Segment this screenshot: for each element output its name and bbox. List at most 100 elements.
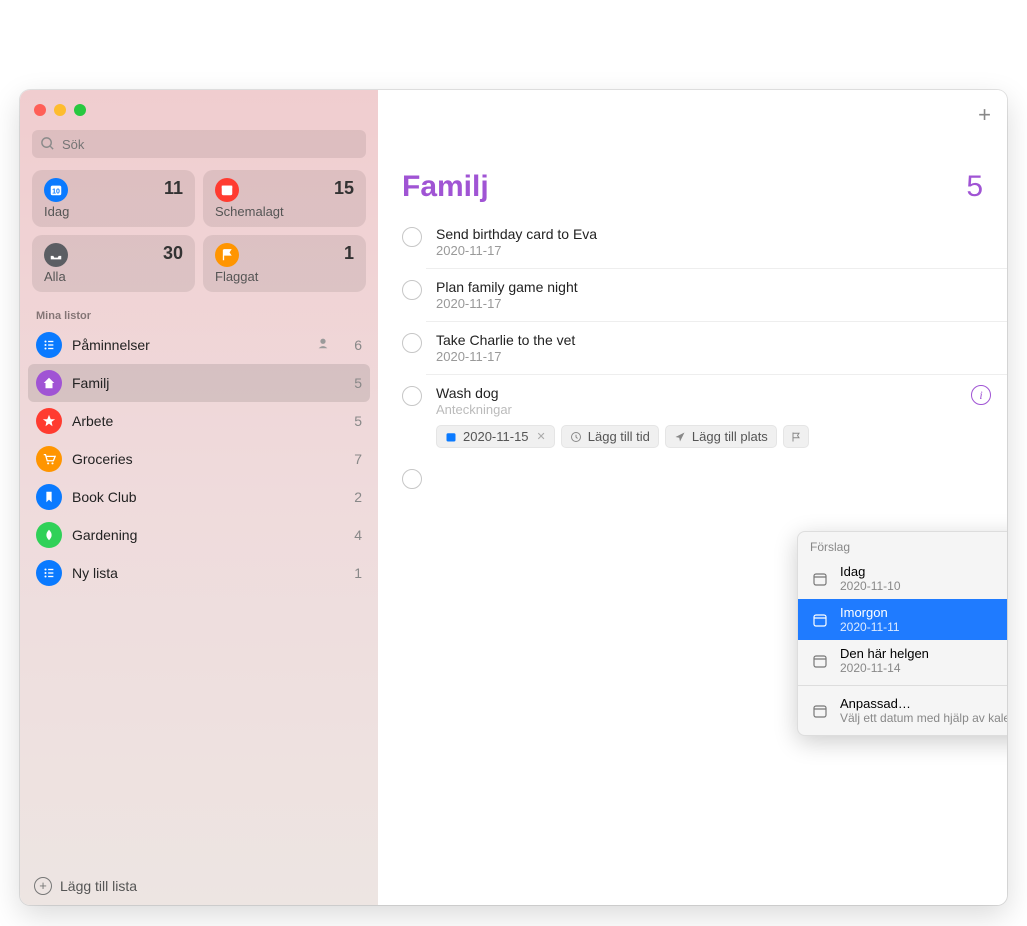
smart-list-scheduled[interactable]: 15 Schemalagt <box>203 170 366 227</box>
add-reminder-button[interactable]: + <box>978 102 991 128</box>
sidebar: 10 11 Idag 15 Schemalagt <box>20 90 378 905</box>
list-item-gardening[interactable]: Gardening 4 <box>28 516 370 554</box>
calendar-icon <box>810 569 830 589</box>
complete-toggle[interactable] <box>402 469 422 489</box>
list-item-familj[interactable]: Familj 5 <box>28 364 370 402</box>
suggestion-tomorrow[interactable]: Imorgon2020-11-11 <box>798 599 1007 640</box>
reminder-title: Plan family game night <box>436 279 991 295</box>
calendar-icon <box>810 610 830 630</box>
list-name: Arbete <box>72 413 334 429</box>
reminder-title: Wash dog <box>436 385 957 401</box>
complete-toggle[interactable] <box>402 227 422 247</box>
list-name: Book Club <box>72 489 334 505</box>
bookmark-icon <box>36 484 62 510</box>
smart-count: 1 <box>344 243 354 264</box>
list-count: 1 <box>344 565 362 581</box>
list-name: Påminnelser <box>72 337 306 353</box>
list-item-paminnelser[interactable]: Påminnelser 6 <box>28 326 370 364</box>
smart-lists-grid: 10 11 Idag 15 Schemalagt <box>20 170 378 302</box>
reminder-title: Take Charlie to the vet <box>436 332 991 348</box>
list-count: 4 <box>344 527 362 543</box>
flag-icon <box>790 431 802 443</box>
suggestion-title: Imorgon <box>840 605 900 620</box>
suggestion-custom[interactable]: Anpassad…Välj ett datum med hjälp av kal… <box>798 690 1007 735</box>
list-name: Ny lista <box>72 565 334 581</box>
plus-circle-icon: + <box>34 877 52 895</box>
smart-label: Schemalagt <box>215 204 354 219</box>
calendar-icon <box>215 178 239 202</box>
divider <box>798 685 1007 686</box>
date-chip[interactable]: 2020-11-15 ✕ <box>436 425 555 448</box>
tray-icon <box>44 243 68 267</box>
add-location-label: Lägg till plats <box>692 429 768 444</box>
custom-sub: Välj ett datum med hjälp av kalendern <box>840 711 1007 725</box>
smart-count: 11 <box>164 178 183 199</box>
list-header: Familj 5 <box>378 90 1007 216</box>
add-location-chip[interactable]: Lägg till plats <box>665 425 777 448</box>
complete-toggle[interactable] <box>402 386 422 406</box>
lists-container: Påminnelser 6 Familj 5 Arbete 5 Grocerie… <box>20 326 378 592</box>
info-button[interactable]: i <box>971 385 991 405</box>
add-time-chip[interactable]: Lägg till tid <box>561 425 659 448</box>
list-name: Groceries <box>72 451 334 467</box>
calendar-today-icon: 10 <box>44 178 68 202</box>
suggestion-date: 2020-11-11 <box>840 620 900 634</box>
list-count: 7 <box>344 451 362 467</box>
reminder-notes-placeholder[interactable]: Anteckningar <box>436 402 957 417</box>
list-item-nylista[interactable]: Ny lista 1 <box>28 554 370 592</box>
suggestion-title: Idag <box>840 564 901 579</box>
reminder-item[interactable]: Plan family game night 2020-11-17 <box>426 269 1007 322</box>
location-icon <box>674 431 686 443</box>
list-item-bookclub[interactable]: Book Club 2 <box>28 478 370 516</box>
calendar-icon <box>810 701 830 721</box>
suggestion-date: 2020-11-10 <box>840 579 901 593</box>
reminders-window: 10 11 Idag 15 Schemalagt <box>20 90 1007 905</box>
list-count: 5 <box>344 375 362 391</box>
smart-count: 30 <box>163 243 183 264</box>
reminders-list: Send birthday card to Eva 2020-11-17 Pla… <box>378 216 1007 499</box>
leaf-icon <box>36 522 62 548</box>
search-box <box>32 130 366 158</box>
calendar-icon <box>810 651 830 671</box>
suggestion-weekend[interactable]: Den här helgen2020-11-14 <box>798 640 1007 681</box>
add-list-label: Lägg till lista <box>60 878 137 894</box>
flag-chip[interactable] <box>783 425 809 448</box>
reminder-date: 2020-11-17 <box>436 349 991 364</box>
search-icon <box>40 136 55 151</box>
list-title: Familj <box>402 170 489 204</box>
date-chip-value: 2020-11-15 <box>463 429 529 444</box>
suggestion-today[interactable]: Idag2020-11-10 <box>798 558 1007 599</box>
list-item-arbete[interactable]: Arbete 5 <box>28 402 370 440</box>
add-list-button[interactable]: + Lägg till lista <box>20 867 378 905</box>
smart-list-flagged[interactable]: 1 Flaggat <box>203 235 366 292</box>
main-panel: + Familj 5 Send birthday card to Eva 202… <box>378 90 1007 905</box>
smart-list-today[interactable]: 10 11 Idag <box>32 170 195 227</box>
zoom-window-button[interactable] <box>74 104 86 116</box>
custom-title: Anpassad… <box>840 696 1007 711</box>
list-total: 5 <box>966 170 983 204</box>
cart-icon <box>36 446 62 472</box>
list-count: 2 <box>344 489 362 505</box>
reminder-item-editing[interactable]: Wash dog Anteckningar 2020-11-15 ✕ Lägg … <box>426 375 1007 458</box>
reminder-item[interactable]: Send birthday card to Eva 2020-11-17 <box>426 216 1007 269</box>
close-window-button[interactable] <box>34 104 46 116</box>
complete-toggle[interactable] <box>402 280 422 300</box>
list-name: Gardening <box>72 527 334 543</box>
section-header-my-lists: Mina listor <box>20 302 378 326</box>
suggestion-date: 2020-11-14 <box>840 661 929 675</box>
flag-icon <box>215 243 239 267</box>
search-input[interactable] <box>32 130 366 158</box>
reminder-title: Send birthday card to Eva <box>436 226 991 242</box>
smart-list-all[interactable]: 30 Alla <box>32 235 195 292</box>
reminder-item[interactable]: Take Charlie to the vet 2020-11-17 <box>426 322 1007 375</box>
minimize-window-button[interactable] <box>54 104 66 116</box>
svg-text:10: 10 <box>52 189 60 196</box>
complete-toggle[interactable] <box>402 333 422 353</box>
add-time-label: Lägg till tid <box>588 429 650 444</box>
smart-label: Flaggat <box>215 269 354 284</box>
clear-date-icon[interactable]: ✕ <box>537 430 546 443</box>
reminder-item-empty[interactable] <box>426 458 1007 499</box>
shared-icon <box>316 336 330 355</box>
smart-count: 15 <box>334 178 354 199</box>
list-item-groceries[interactable]: Groceries 7 <box>28 440 370 478</box>
